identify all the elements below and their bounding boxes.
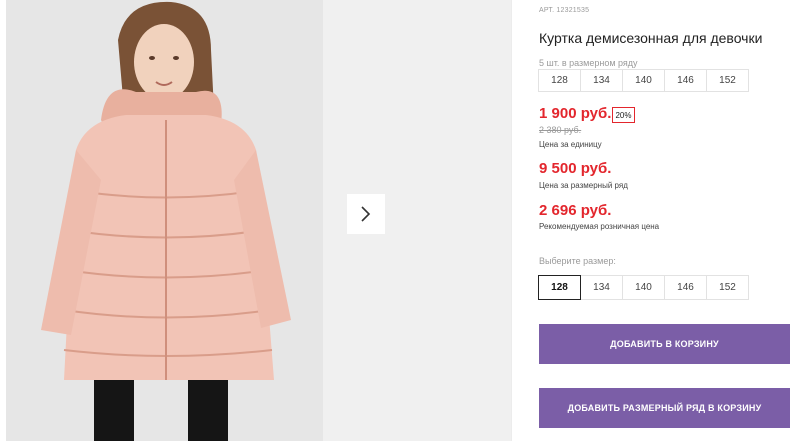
add-series-to-cart-button[interactable]: ДОБАВИТЬ РАЗМЕРНЫЙ РЯД В КОРЗИНУ bbox=[539, 388, 790, 428]
chevron-right-icon bbox=[361, 206, 371, 222]
series-size-152: 152 bbox=[706, 69, 749, 92]
series-price-label: Цена за размерный ряд bbox=[539, 181, 628, 190]
size-option-128[interactable]: 128 bbox=[538, 275, 581, 300]
size-picker-label: Выберите размер: bbox=[539, 256, 616, 266]
gallery-next-button[interactable] bbox=[347, 194, 385, 234]
product-photo-main[interactable] bbox=[6, 0, 323, 441]
gallery-divider bbox=[511, 0, 512, 441]
retail-price: 2 696 руб. bbox=[539, 202, 612, 219]
unit-price: 1 900 руб. bbox=[539, 105, 612, 122]
series-size-146: 146 bbox=[664, 69, 707, 92]
size-picker: 128 134 140 146 152 bbox=[538, 275, 749, 300]
size-option-134[interactable]: 134 bbox=[580, 275, 623, 300]
retail-price-label: Рекомендуемая розничная цена bbox=[539, 222, 660, 231]
series-size-134: 134 bbox=[580, 69, 623, 92]
size-option-152[interactable]: 152 bbox=[706, 275, 749, 300]
add-to-cart-button[interactable]: ДОБАВИТЬ В КОРЗИНУ bbox=[539, 324, 790, 364]
size-option-146[interactable]: 146 bbox=[664, 275, 707, 300]
series-price: 9 500 руб. bbox=[539, 160, 612, 177]
size-option-140[interactable]: 140 bbox=[622, 275, 665, 300]
discount-badge: 20% bbox=[612, 107, 635, 123]
series-size-count: 5 шт. в размерном ряду bbox=[539, 58, 638, 68]
series-size-128: 128 bbox=[538, 69, 581, 92]
series-size-list: 128 134 140 146 152 bbox=[538, 69, 749, 92]
product-photo-illustration bbox=[6, 0, 323, 441]
product-sku: АРТ. 12321535 bbox=[539, 7, 590, 14]
series-size-140: 140 bbox=[622, 69, 665, 92]
unit-price-label: Цена за единицу bbox=[539, 140, 602, 149]
product-title: Куртка демисезонная для девочки bbox=[539, 30, 763, 46]
old-price: 2 380 руб. bbox=[539, 125, 582, 135]
